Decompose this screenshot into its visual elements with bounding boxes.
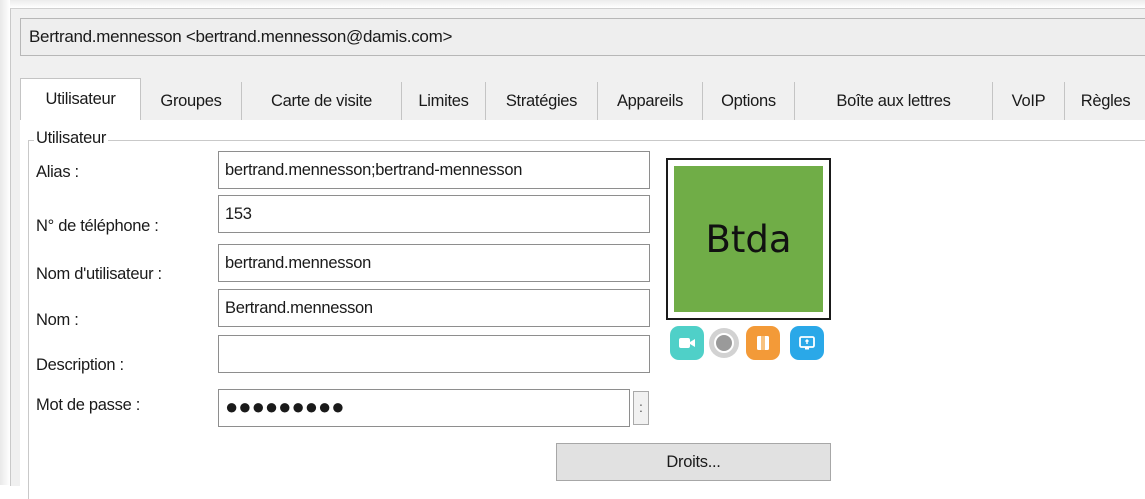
window-shadow-left (0, 0, 10, 485)
window-shadow-top (0, 0, 1145, 8)
description-label: Description : (36, 356, 124, 374)
tab-panel-utilisateur: Utilisateur Alias : bertrand.mennesson;b… (20, 120, 1145, 499)
tab-strategies[interactable]: Stratégies (485, 82, 597, 120)
tab-regles[interactable]: Règles (1064, 82, 1145, 120)
password-label: Mot de passe : (36, 396, 141, 414)
status-icon[interactable] (709, 328, 739, 358)
tab-appareils[interactable]: Appareils (597, 82, 702, 120)
rights-button[interactable]: Droits... (556, 443, 831, 481)
contact-card-icon[interactable] (746, 326, 780, 360)
alias-field[interactable]: bertrand.mennesson;bertrand-mennesson (218, 151, 650, 189)
tab-options[interactable]: Options (702, 82, 794, 120)
tab-groupes[interactable]: Groupes (141, 82, 241, 120)
alias-label: Alias : (36, 163, 79, 181)
avatar-initials: Btda (674, 166, 823, 312)
tab-boite-aux-lettres[interactable]: Boîte aux lettres (794, 82, 992, 120)
name-field[interactable]: Bertrand.mennesson (218, 289, 650, 327)
phone-label: N° de téléphone : (36, 217, 159, 235)
password-reveal-button[interactable]: : (633, 391, 649, 425)
avatar[interactable]: Btda (666, 158, 831, 320)
username-label: Nom d'utilisateur : (36, 265, 162, 283)
tab-bar: Utilisateur Groupes Carte de visite Limi… (20, 78, 1145, 121)
video-call-icon[interactable] (670, 326, 704, 360)
groupbox-title: Utilisateur (34, 128, 109, 148)
tab-voip[interactable]: VoIP (992, 82, 1064, 120)
tab-limites[interactable]: Limites (401, 82, 485, 120)
tab-carte-de-visite[interactable]: Carte de visite (241, 82, 401, 120)
account-header-field: Bertrand.mennesson <bertrand.mennesson@d… (20, 18, 1145, 56)
screen-share-icon[interactable] (790, 326, 824, 360)
username-field[interactable]: bertrand.mennesson (218, 244, 650, 282)
user-properties-window: Bertrand.mennesson <bertrand.mennesson@d… (10, 8, 1145, 499)
tab-utilisateur[interactable]: Utilisateur (20, 78, 141, 121)
phone-field[interactable]: 153 (218, 195, 650, 233)
description-field[interactable] (218, 335, 650, 373)
status-dot-icon (714, 333, 734, 353)
password-field[interactable]: ●●●●●●●●● (218, 389, 630, 427)
name-label: Nom : (36, 311, 79, 329)
